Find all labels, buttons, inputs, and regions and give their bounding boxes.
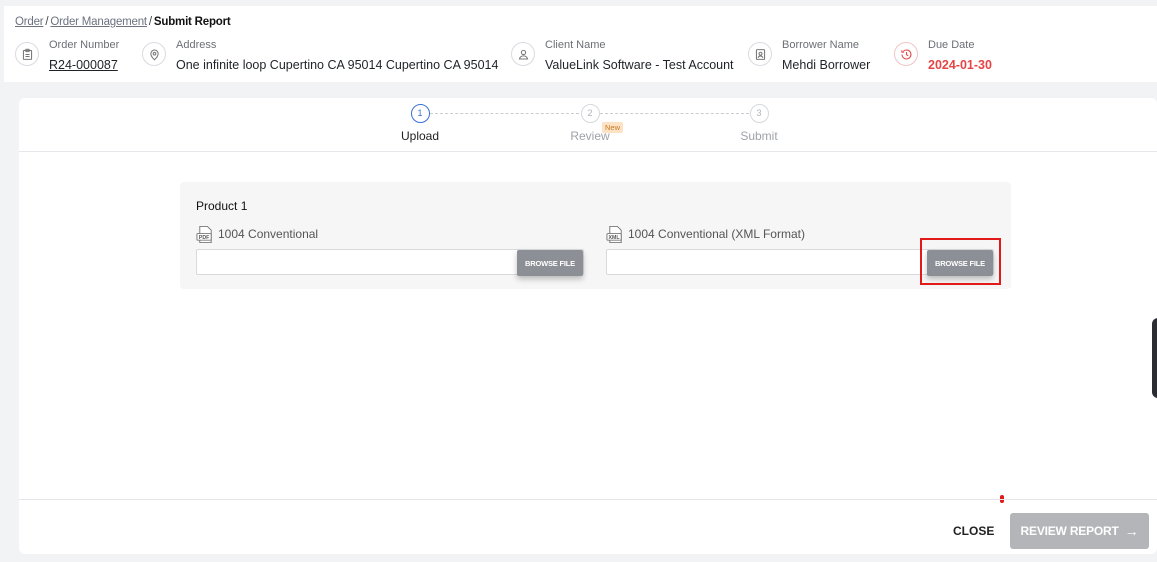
svg-text:PDF: PDF <box>199 234 209 240</box>
borrower-name-value: Mehdi Borrower <box>782 58 871 72</box>
step-upload[interactable]: 1 Upload <box>380 104 460 143</box>
arrow-right-icon: → <box>1124 523 1139 539</box>
breadcrumb-current: Submit Report <box>153 16 231 28</box>
clock-history-icon <box>894 42 918 66</box>
client-name-info: Client Name ValueLink Software - Test Ac… <box>511 38 734 73</box>
address-value: One infinite loop Cupertino CA 95014 Cup… <box>176 58 499 72</box>
id-badge-icon <box>748 42 772 66</box>
order-number-link[interactable]: R24-000087 <box>49 57 119 73</box>
side-panel-tab[interactable] <box>1152 318 1157 398</box>
submit-report-card: 1 Upload 2 Review New 3 Submit Product 1… <box>19 98 1157 554</box>
order-header: Order / Order Management / Submit Report Ord… <box>4 6 1157 82</box>
breadcrumb: Order / Order Management / Submit Report <box>15 16 231 28</box>
step-label: Submit <box>740 129 778 143</box>
stepper: 1 Upload 2 Review New 3 Submit <box>19 98 1157 152</box>
pdf-file-icon: PDF <box>196 225 212 243</box>
pdf-file-input[interactable]: BROWSE FILE <box>196 249 584 276</box>
step-submit[interactable]: 3 Submit <box>719 104 799 143</box>
step-number: 2 <box>580 104 600 123</box>
location-pin-icon <box>142 42 166 66</box>
close-button[interactable]: CLOSE <box>953 524 994 538</box>
footer-actions: CLOSE REVIEW REPORT → <box>19 499 1157 554</box>
product-title: Product 1 <box>196 199 248 213</box>
address-info: Address One infinite loop Cupertino CA 9… <box>142 38 498 73</box>
order-number-label: Order Number <box>49 39 120 51</box>
due-date-value: 2024-01-30 <box>928 58 992 72</box>
pdf-field-label: 1004 Conventional <box>218 227 319 241</box>
svg-text:XML: XML <box>609 234 621 240</box>
xml-file-icon: XML <box>606 225 622 243</box>
new-badge: New <box>602 122 624 133</box>
due-date-info: Due Date 2024-01-30 <box>894 38 992 73</box>
step-label: Upload <box>400 129 440 143</box>
user-icon <box>511 42 535 66</box>
review-report-button[interactable]: REVIEW REPORT → <box>1010 513 1149 549</box>
due-date-label: Due Date <box>928 39 975 51</box>
pdf-upload-field: PDF 1004 Conventional BROWSE FILE <box>196 224 584 276</box>
browse-file-button[interactable]: BROWSE FILE <box>517 250 583 276</box>
product-panel: Product 1 PDF 1004 Conventional BROWSE F… <box>180 182 1011 289</box>
breadcrumb-order[interactable]: Order <box>15 16 44 28</box>
borrower-name-label: Borrower Name <box>782 39 860 51</box>
breadcrumb-order-management[interactable]: Order Management <box>50 16 147 28</box>
borrower-name-info: Borrower Name Mehdi Borrower <box>748 38 870 73</box>
step-number: 1 <box>410 104 430 123</box>
order-number-info: Order Number R24-000087 <box>15 38 119 73</box>
review-report-label: REVIEW REPORT <box>1020 524 1119 538</box>
address-label: Address <box>176 39 217 51</box>
client-name-label: Client Name <box>545 39 606 51</box>
xml-field-label: 1004 Conventional (XML Format) <box>628 227 805 241</box>
client-name-value: ValueLink Software - Test Account <box>545 58 734 72</box>
clipboard-icon <box>15 42 39 66</box>
step-number: 3 <box>749 104 769 123</box>
highlight-box <box>920 238 1001 285</box>
